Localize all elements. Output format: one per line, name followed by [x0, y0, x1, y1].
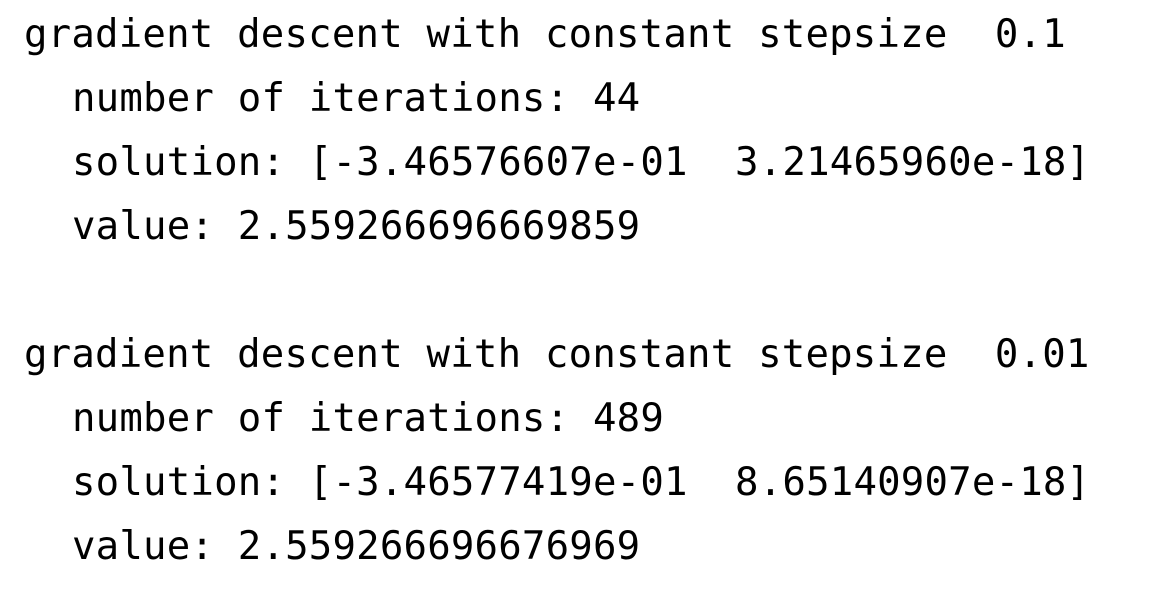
run-2-header: gradient descent with constant stepsize … — [24, 332, 1090, 377]
run-2-iterations: number of iterations: 489 — [72, 396, 664, 441]
run-2-solution: solution: [-3.46577419e-01 8.65140907e-1… — [72, 460, 1091, 505]
console-output: gradient descent with constant stepsize … — [0, 0, 1176, 602]
run-1-header: gradient descent with constant stepsize … — [24, 12, 1066, 57]
run-1-iterations: number of iterations: 44 — [72, 76, 641, 121]
run-1-solution: solution: [-3.46576607e-01 3.21465960e-1… — [72, 140, 1091, 185]
run-1-value: value: 2.559266696669859 — [72, 204, 641, 249]
run-2-value: value: 2.559266696676969 — [72, 524, 641, 569]
